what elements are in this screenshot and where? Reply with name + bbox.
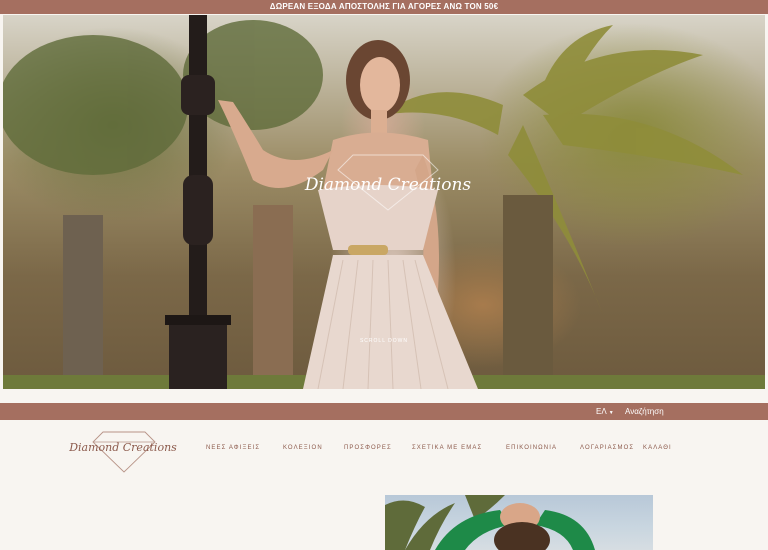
language-selector[interactable]: ΕΛ ▼ bbox=[596, 403, 614, 420]
language-label: ΕΛ bbox=[596, 407, 607, 416]
nav-contact[interactable]: ΕΠΙΚΟΙΝΩΝΙΑ bbox=[506, 445, 557, 451]
featured-photo bbox=[385, 495, 595, 550]
hero-banner[interactable]: Diamond Creations SCROLL DOWN bbox=[3, 15, 765, 389]
hero-logo-text: Diamond Creations bbox=[304, 175, 472, 195]
brand-logo[interactable]: Diamond Creations bbox=[65, 426, 181, 474]
nav-collection[interactable]: ΚΟΛΕΞΙΟΝ bbox=[283, 445, 323, 451]
announcement-bar: ΔΩΡΕΑΝ ΕΞΟΔΑ ΑΠΟΣΤΟΛΗΣ ΓΙΑ ΑΓΟΡΕΣ ΑΝΩ ΤΟ… bbox=[0, 0, 768, 14]
nav-about-us[interactable]: ΣΧΕΤΙΚΑ ΜΕ ΕΜΑΣ bbox=[412, 445, 482, 451]
brand-logo-text: Diamond Creations bbox=[68, 441, 177, 454]
nav-offers[interactable]: ΠΡΟΣΦΟΡΕΣ bbox=[344, 445, 392, 451]
search-link[interactable]: Αναζήτηση bbox=[625, 403, 664, 420]
nav-cart[interactable]: ΚΑΛΑΘΙ bbox=[643, 445, 672, 451]
chevron-down-icon: ▼ bbox=[608, 410, 614, 416]
featured-image[interactable] bbox=[385, 495, 653, 550]
spacer bbox=[0, 389, 768, 403]
nav-account[interactable]: ΛΟΓΑΡΙΑΣΜΟΣ bbox=[580, 445, 634, 451]
site-header: Diamond Creations ΝΕΕΣ ΑΦΙΞΕΙΣ ΚΟΛΕΞΙΟΝ … bbox=[0, 420, 768, 480]
hero-logo-overlay: Diamond Creations bbox=[304, 154, 472, 211]
utility-bar: ΕΛ ▼ Αναζήτηση bbox=[0, 403, 768, 420]
nav-new-arrivals[interactable]: ΝΕΕΣ ΑΦΙΞΕΙΣ bbox=[206, 445, 260, 451]
scroll-down-label[interactable]: SCROLL DOWN bbox=[3, 338, 765, 344]
announcement-text: ΔΩΡΕΑΝ ΕΞΟΔΑ ΑΠΟΣΤΟΛΗΣ ΓΙΑ ΑΓΟΡΕΣ ΑΝΩ ΤΟ… bbox=[269, 2, 499, 11]
